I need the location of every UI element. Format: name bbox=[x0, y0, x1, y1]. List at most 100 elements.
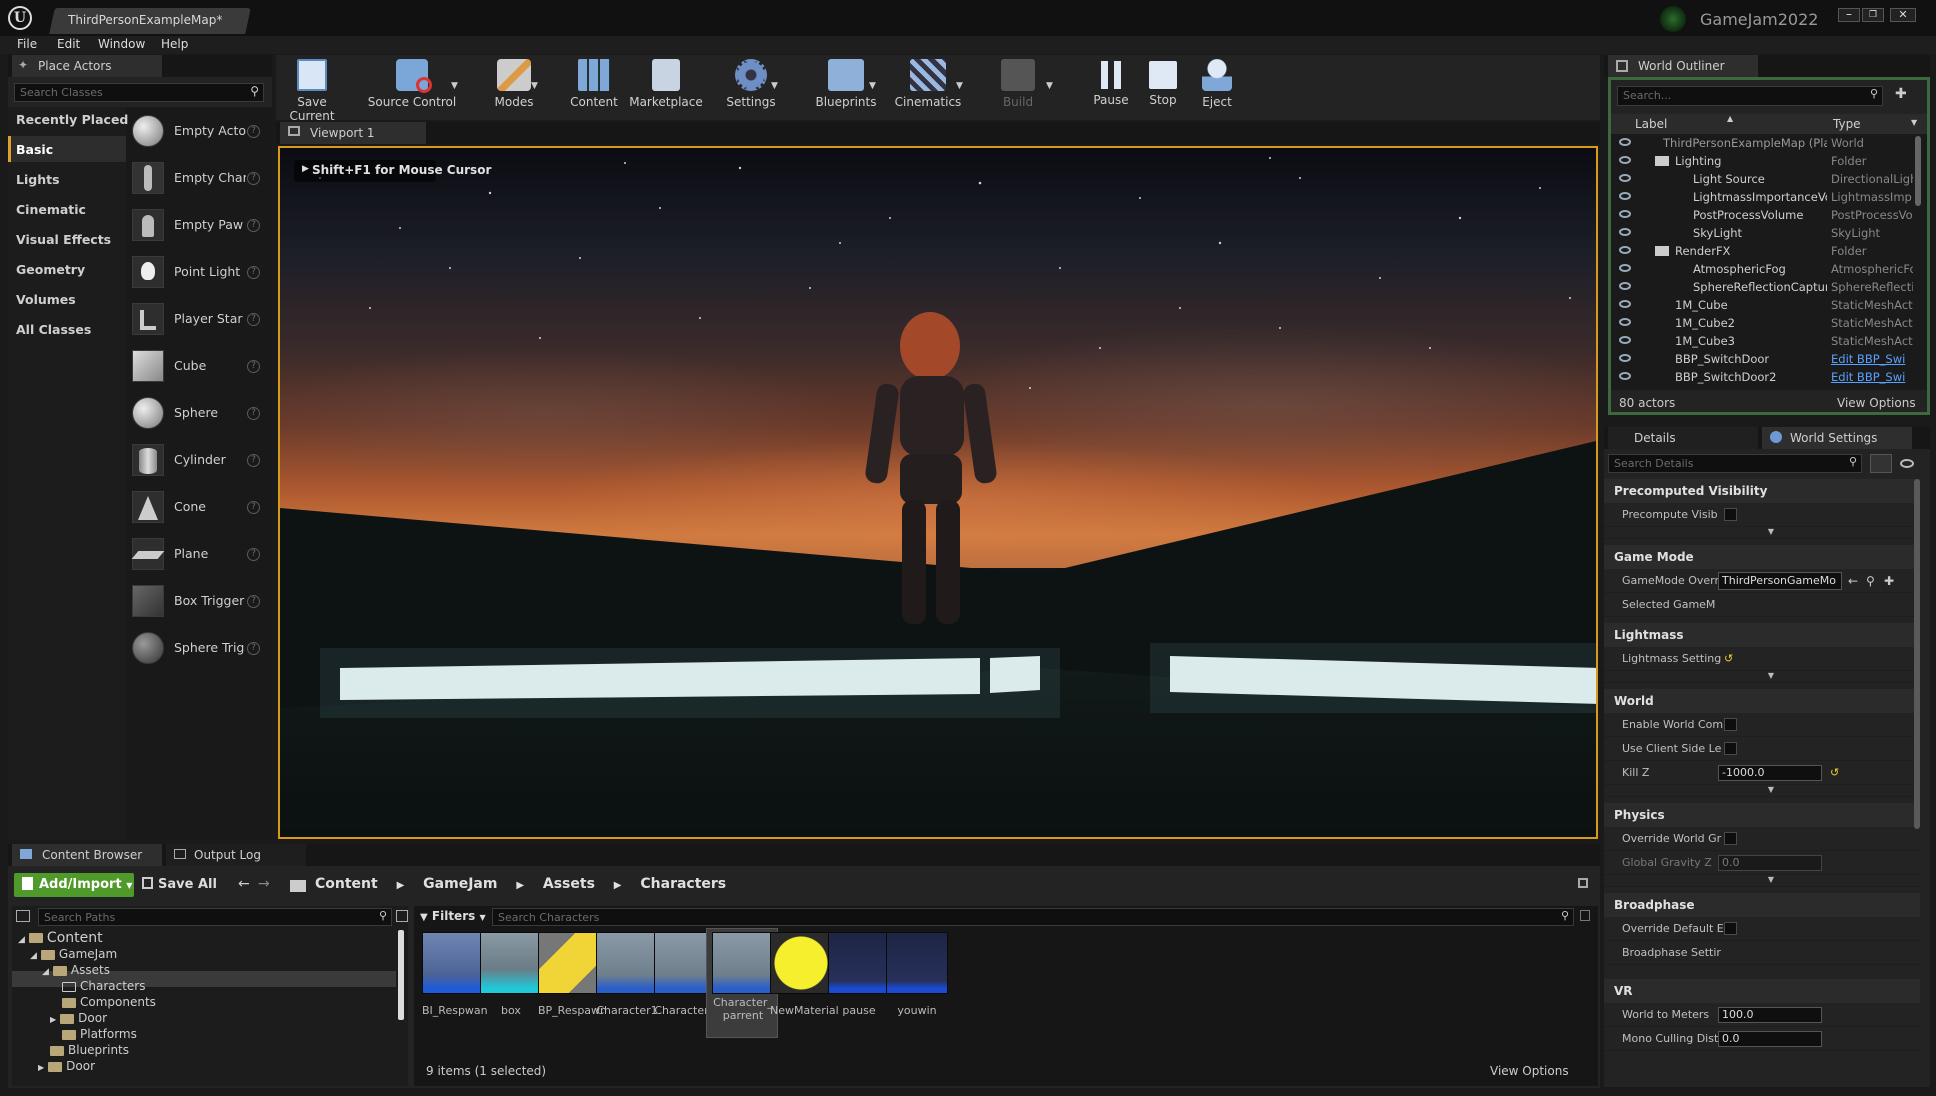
visibility-eye-icon[interactable] bbox=[1619, 138, 1631, 146]
add-actor-icon[interactable]: ✚ bbox=[1895, 86, 1907, 102]
outliner-row-skylight[interactable]: SkyLight SkyLight bbox=[1611, 224, 1911, 242]
outliner-row-atmospheric-fog[interactable]: AtmosphericFog AtmosphericFo bbox=[1611, 260, 1913, 278]
place-item-box-trigger[interactable]: Box Trigger? bbox=[127, 578, 267, 624]
content-view-options-button[interactable]: View Options bbox=[1490, 1064, 1569, 1078]
help-icon[interactable]: ? bbox=[247, 595, 260, 608]
section-vr[interactable]: VR bbox=[1604, 979, 1920, 1003]
outliner-row-sphere-reflection[interactable]: SphereReflectionCapture SphereReflecti bbox=[1611, 278, 1913, 296]
viewport-tab[interactable]: Viewport 1 bbox=[280, 122, 426, 144]
property-matrix-icon[interactable] bbox=[1870, 454, 1892, 473]
visibility-eye-icon[interactable] bbox=[1619, 174, 1631, 182]
chevron-down-icon[interactable]: ▼ bbox=[1046, 81, 1053, 91]
tree-item-door-2[interactable]: ▶ Door bbox=[38, 1059, 95, 1073]
asset-bi-respwan[interactable]: BI_Respwan bbox=[422, 932, 488, 1017]
outliner-row-world[interactable]: ThirdPersonExampleMap (Pla World bbox=[1611, 134, 1911, 152]
maximize-button[interactable]: ❐ bbox=[1862, 8, 1884, 22]
category-all-classes[interactable]: All Classes bbox=[16, 322, 91, 337]
history-back-icon[interactable]: ← bbox=[238, 876, 250, 892]
help-icon[interactable]: ? bbox=[247, 454, 260, 467]
edit-blueprint-link[interactable]: Edit BBP_Swi bbox=[1831, 368, 1913, 386]
menu-window[interactable]: Window bbox=[98, 37, 145, 51]
outliner-row-renderfx-folder[interactable]: RenderFX Folder bbox=[1611, 242, 1911, 260]
content-browser-tab[interactable]: Content Browser bbox=[12, 844, 162, 866]
override-default-checkbox[interactable] bbox=[1724, 922, 1737, 935]
asset-youwin[interactable]: youwin bbox=[886, 932, 948, 1017]
search-paths-input[interactable]: Search Paths ⚲ bbox=[38, 908, 392, 926]
section-precomputed-visibility[interactable]: Precomputed Visibility bbox=[1604, 479, 1920, 503]
menu-edit[interactable]: Edit bbox=[57, 37, 80, 51]
mono-culling-input[interactable]: 0.0 bbox=[1718, 1031, 1822, 1047]
place-item-player-start[interactable]: Player Star? bbox=[127, 296, 267, 342]
search-characters-input[interactable]: Search Characters ⚲ bbox=[492, 908, 1574, 926]
outliner-row-cube2[interactable]: 1M_Cube2 StaticMeshAct bbox=[1611, 314, 1913, 332]
global-gravity-input[interactable]: 0.0 bbox=[1718, 855, 1822, 871]
unreal-logo-icon[interactable]: U bbox=[8, 6, 32, 30]
tree-item-content[interactable]: ◢ Content bbox=[18, 930, 103, 946]
search-classes-input[interactable]: Search Classes ⚲ bbox=[14, 83, 264, 102]
help-icon[interactable]: ? bbox=[247, 407, 260, 420]
sources-toggle-icon[interactable] bbox=[16, 910, 30, 922]
advanced-expander[interactable]: ▼ bbox=[1604, 671, 1920, 683]
chevron-down-icon[interactable]: ▼ bbox=[531, 81, 538, 91]
visibility-eye-icon[interactable] bbox=[1619, 246, 1631, 254]
output-log-tab[interactable]: Output Log bbox=[166, 844, 306, 866]
place-actors-tab[interactable]: ✦ Place Actors bbox=[12, 55, 162, 77]
advanced-expander[interactable]: ▼ bbox=[1604, 785, 1920, 797]
category-lights[interactable]: Lights bbox=[16, 172, 60, 187]
world-to-meters-input[interactable]: 100.0 bbox=[1718, 1007, 1822, 1023]
place-item-cylinder[interactable]: Cylinder? bbox=[127, 437, 267, 483]
breadcrumb-assets[interactable]: Assets bbox=[543, 876, 595, 892]
visibility-eye-icon[interactable] bbox=[1619, 228, 1631, 236]
place-item-empty-actor[interactable]: Empty Acto? bbox=[127, 108, 267, 154]
place-item-point-light[interactable]: Point Light? bbox=[127, 249, 267, 295]
browse-arrow-icon[interactable]: ← bbox=[1848, 569, 1858, 593]
section-world[interactable]: World bbox=[1604, 689, 1920, 713]
visibility-eye-icon[interactable] bbox=[1619, 354, 1631, 362]
save-search-icon[interactable] bbox=[1580, 910, 1590, 921]
content-button[interactable]: Content bbox=[564, 59, 624, 109]
reset-arrow-icon[interactable]: ↺ bbox=[1724, 647, 1733, 671]
tree-item-blueprints[interactable]: Blueprints bbox=[50, 1043, 129, 1057]
outliner-row-light-source[interactable]: Light Source DirectionalLigh bbox=[1611, 170, 1913, 188]
breadcrumb-gamejam[interactable]: GameJam bbox=[423, 876, 497, 892]
add-icon[interactable]: ✚ bbox=[1884, 569, 1894, 593]
column-label-header[interactable]: Label bbox=[1635, 117, 1667, 131]
category-visual-effects[interactable]: Visual Effects bbox=[16, 232, 111, 247]
tree-item-assets[interactable]: ◢ Assets bbox=[42, 963, 110, 977]
place-item-empty-pawn[interactable]: Empty Paw? bbox=[127, 202, 267, 248]
close-button[interactable]: ✕ bbox=[1890, 8, 1916, 22]
place-item-empty-character[interactable]: Empty Char? bbox=[127, 155, 267, 201]
outliner-row-cube3[interactable]: 1M_Cube3 StaticMeshAct bbox=[1611, 332, 1913, 350]
help-icon[interactable]: ? bbox=[247, 219, 260, 232]
help-icon[interactable]: ? bbox=[247, 313, 260, 326]
asset-pause[interactable]: pause bbox=[828, 932, 890, 1017]
details-search-input[interactable]: Search Details ⚲ bbox=[1608, 454, 1862, 473]
search-icon[interactable]: ⚲ bbox=[1866, 569, 1875, 593]
world-settings-tab[interactable]: World Settings bbox=[1762, 427, 1912, 449]
save-all-button[interactable]: Save All bbox=[142, 873, 217, 897]
tree-item-gamejam[interactable]: ◢ GameJam bbox=[30, 947, 117, 961]
visibility-eye-icon[interactable] bbox=[1619, 210, 1631, 218]
outliner-row-switchdoor2[interactable]: BBP_SwitchDoor2 Edit BBP_Swi bbox=[1611, 368, 1911, 386]
category-volumes[interactable]: Volumes bbox=[16, 292, 76, 307]
source-control-button[interactable]: Source Control bbox=[366, 59, 458, 109]
pause-button[interactable]: Pause bbox=[1086, 59, 1136, 107]
visibility-eye-icon[interactable] bbox=[1619, 336, 1631, 344]
outliner-row-lighting-folder[interactable]: Lighting Folder bbox=[1611, 152, 1911, 170]
tree-item-platforms[interactable]: Platforms bbox=[62, 1027, 137, 1041]
prop-broadphase-settings[interactable]: Broadphase Settir bbox=[1604, 941, 1920, 965]
help-icon[interactable]: ? bbox=[247, 360, 260, 373]
breadcrumb-characters[interactable]: Characters bbox=[640, 876, 726, 892]
outliner-row-switchdoor[interactable]: BBP_SwitchDoor Edit BBP_Swi bbox=[1611, 350, 1911, 368]
prop-lightmass-settings[interactable]: Lightmass Setting ↺ bbox=[1604, 647, 1920, 671]
world-composition-checkbox[interactable] bbox=[1724, 718, 1737, 731]
history-forward-icon[interactable]: → bbox=[258, 876, 270, 892]
outliner-scrollbar[interactable] bbox=[1915, 136, 1921, 206]
visibility-eye-icon[interactable] bbox=[1619, 300, 1631, 308]
advanced-expander[interactable]: ▼ bbox=[1604, 875, 1920, 887]
place-item-cube[interactable]: Cube? bbox=[127, 343, 267, 389]
help-icon[interactable]: ? bbox=[247, 266, 260, 279]
visibility-eye-icon[interactable] bbox=[1619, 156, 1631, 164]
chevron-down-icon[interactable]: ▼ bbox=[451, 81, 458, 91]
category-recently-placed[interactable]: Recently Placed bbox=[16, 112, 128, 127]
